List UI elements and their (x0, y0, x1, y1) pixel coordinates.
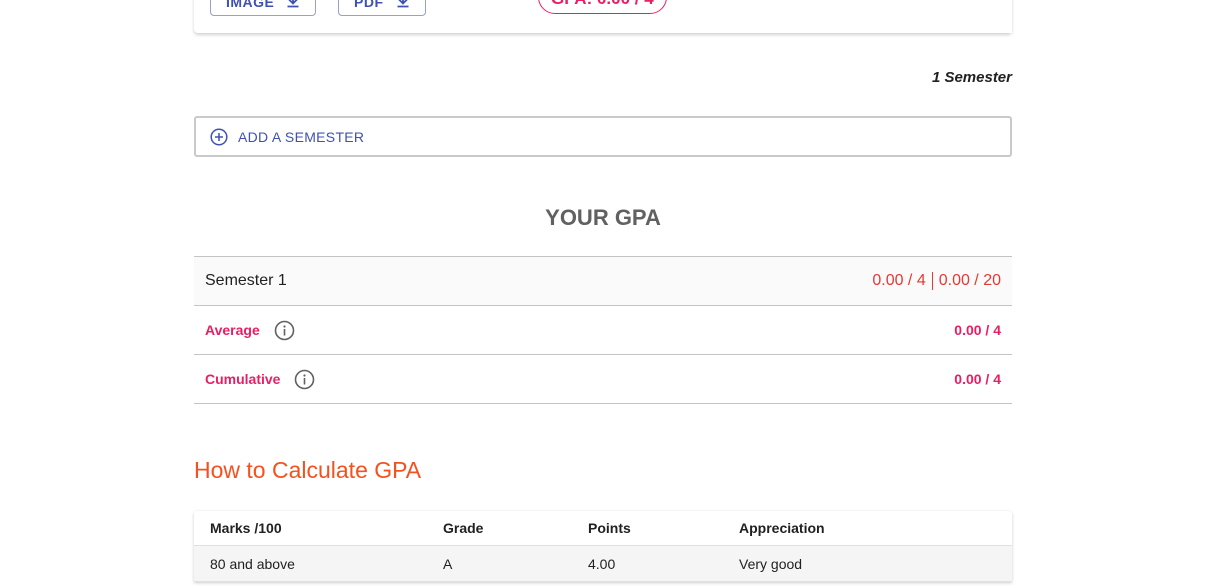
export-card: IMAGE PDF GPA: 0.00 / 4 (194, 0, 1012, 33)
gpa-calculator-page: IMAGE PDF GPA: 0.00 / 4 1 Semester ADD A… (0, 0, 1219, 587)
cumulative-gpa-row: Cumulative 0.00 / 4 (194, 355, 1012, 404)
value-divider (931, 272, 933, 290)
download-image-label: IMAGE (226, 0, 275, 10)
add-circle-outline-icon (210, 127, 228, 146)
cell-points: 4.00 (588, 555, 616, 572)
cell-grade: A (443, 555, 453, 572)
semester-label: Semester 1 (205, 272, 287, 289)
download-icon (397, 0, 408, 8)
average-gpa-row: Average 0.00 / 4 (194, 306, 1012, 355)
average-gpa-value: 0.00 / 4 (954, 322, 1001, 338)
table-row: 80 and above A 4.00 Very good (194, 546, 1012, 582)
grading-scale-table: Marks /100 Grade Points Appreciation 80 … (194, 511, 1012, 582)
download-icon (287, 0, 299, 8)
how-to-calculate-heading: How to Calculate GPA (194, 457, 422, 483)
gpa-summary-chip: GPA: 0.00 / 4 (538, 0, 667, 14)
info-icon[interactable] (294, 369, 315, 390)
semester-gpa-values: 0.00 / 4 0.00 / 20 (872, 272, 1001, 290)
cumulative-label: Cumulative (205, 371, 281, 387)
average-label: Average (205, 322, 260, 338)
cumulative-gpa-value: 0.00 / 4 (954, 371, 1001, 387)
info-icon[interactable] (274, 320, 295, 341)
your-gpa-title: YOUR GPA (545, 205, 661, 230)
cell-appreciation: Very good (739, 555, 803, 572)
download-pdf-label: PDF (354, 0, 384, 10)
add-semester-button[interactable]: ADD A SEMESTER (194, 116, 1012, 157)
gpa-summary-table: Semester 1 0.00 / 4 0.00 / 20 Average 0.… (194, 256, 1012, 404)
semester-gpa-4: 0.00 / 4 (872, 272, 926, 289)
column-header-grade: Grade (443, 520, 484, 536)
semester-gpa-row: Semester 1 0.00 / 4 0.00 / 20 (194, 257, 1012, 306)
semester-gpa-20: 0.00 / 20 (938, 272, 1001, 289)
download-pdf-button[interactable]: PDF (338, 0, 426, 16)
column-header-appreciation: Appreciation (739, 520, 825, 536)
cell-marks: 80 and above (210, 555, 295, 572)
download-image-button[interactable]: IMAGE (210, 0, 317, 16)
column-header-points: Points (588, 520, 631, 536)
column-header-marks: Marks /100 (210, 520, 282, 536)
add-semester-label: ADD A SEMESTER (238, 128, 365, 145)
table-header-row: Marks /100 Grade Points Appreciation (194, 511, 1012, 546)
semester-count: 1 Semester (931, 69, 1012, 86)
